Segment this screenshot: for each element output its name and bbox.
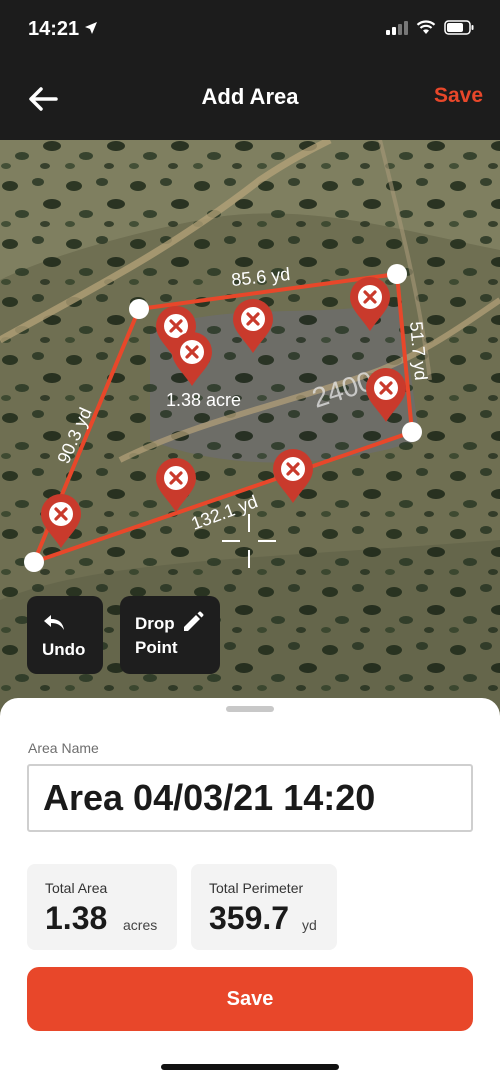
status-icons — [386, 20, 474, 35]
total-perimeter-card: Total Perimeter 359.7 yd — [191, 864, 337, 950]
sheet-grabber[interactable] — [226, 706, 274, 712]
total-area-unit: acres — [123, 917, 158, 933]
wifi-icon — [416, 20, 436, 34]
drop-point-button[interactable]: Drop Point — [120, 596, 220, 674]
bottom-sheet: Area Name Total Area 1.38 acres Total Pe… — [0, 698, 500, 1083]
satellite-map[interactable]: 2400 85.6 yd 51.7 yd 132.1 yd 90.3 yd 1.… — [0, 140, 500, 720]
total-area-value: 1.38 — [45, 900, 108, 936]
undo-button[interactable]: Undo — [27, 596, 103, 674]
undo-icon — [44, 615, 64, 630]
home-indicator — [161, 1064, 339, 1070]
cellular-signal-icon — [386, 20, 408, 35]
page-title: Add Area — [201, 84, 299, 109]
drop-point-label-line2: Point — [135, 638, 178, 657]
area-size-label: 1.38 acre — [166, 390, 241, 410]
pencil-icon — [184, 611, 204, 631]
area-name-input[interactable] — [27, 764, 473, 832]
location-arrow-icon — [85, 22, 97, 34]
vertex-handle[interactable] — [387, 264, 407, 284]
vertex-handle[interactable] — [402, 422, 422, 442]
vertex-handle[interactable] — [129, 299, 149, 319]
total-perimeter-label: Total Perimeter — [209, 880, 304, 896]
total-area-label: Total Area — [45, 880, 108, 896]
save-button[interactable]: Save — [27, 967, 473, 1031]
total-perimeter-unit: yd — [302, 917, 317, 933]
total-perimeter-value: 359.7 — [209, 900, 290, 936]
drop-point-label-line1: Drop — [135, 614, 175, 633]
status-bar: 14:21 — [0, 0, 500, 60]
nav-header: Add Area Save — [0, 60, 500, 140]
add-area-screen: 14:21 Add Area Save 2400 85.6 yd 51.7 yd… — [0, 0, 500, 1083]
total-area-card: Total Area 1.38 acres — [27, 864, 177, 950]
status-time: 14:21 — [28, 18, 80, 40]
area-name-label: Area Name — [28, 740, 99, 756]
undo-label: Undo — [42, 640, 86, 659]
battery-icon — [444, 20, 474, 35]
header-save-button[interactable]: Save — [434, 84, 483, 108]
vertex-handle[interactable] — [24, 552, 44, 572]
